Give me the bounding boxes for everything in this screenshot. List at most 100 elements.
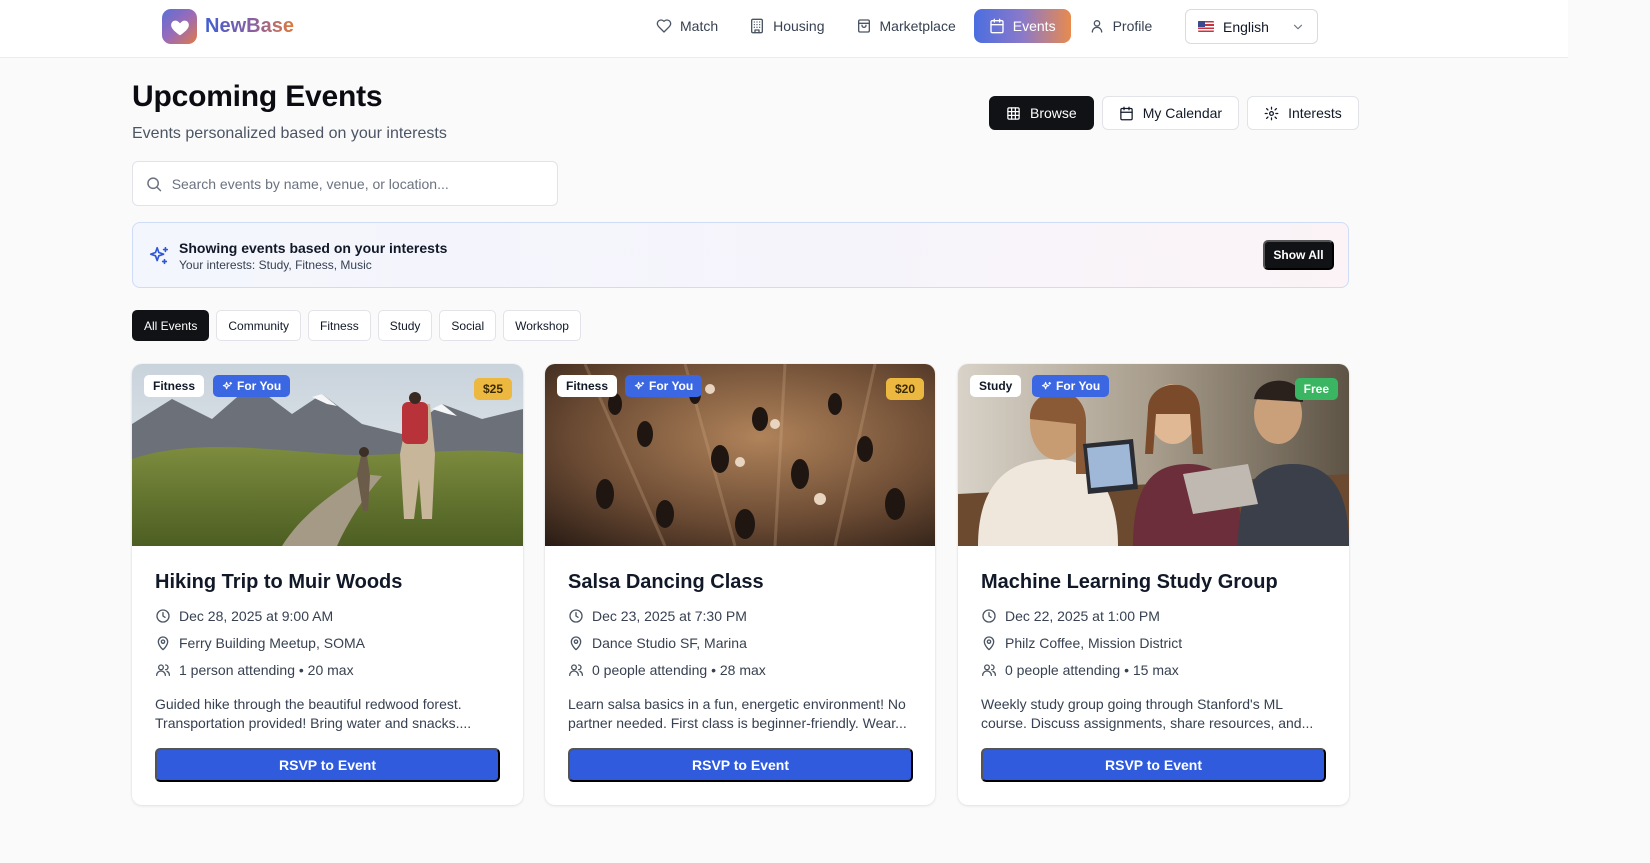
search-box <box>132 161 558 206</box>
for-you-badge: For You <box>625 375 703 397</box>
calendar-icon <box>990 18 1004 34</box>
category-badge: Fitness <box>144 375 205 397</box>
event-location: Dance Studio SF, Marina <box>568 635 747 651</box>
location-text: Philz Coffee, Mission District <box>1005 635 1183 651</box>
event-card[interactable]: Fitness For You $20 Salsa Dancing Class … <box>545 364 935 805</box>
for-you-label: For You <box>649 379 694 393</box>
filter-community[interactable]: Community <box>216 310 302 341</box>
nav-item-label: Marketplace <box>879 18 956 34</box>
heart-logo-icon <box>162 9 197 44</box>
clock-icon <box>569 609 583 623</box>
event-card[interactable]: Fitness For You $25 Hiking Trip to Muir … <box>132 364 523 805</box>
banner-title: Showing events based on your interests <box>179 240 448 256</box>
for-you-label: For You <box>1056 379 1101 393</box>
event-datetime: Dec 28, 2025 at 9:00 AM <box>155 608 333 624</box>
event-location: Philz Coffee, Mission District <box>981 635 1182 651</box>
category-badge: Study <box>970 375 1022 397</box>
event-attendance: 0 people attending • 15 max <box>981 662 1179 678</box>
nav-item-label: Housing <box>773 18 825 34</box>
rsvp-button[interactable]: RSVP to Event <box>568 748 913 782</box>
for-you-label: For You <box>237 379 282 393</box>
attendance-text: 0 people attending • 15 max <box>1005 662 1179 678</box>
main-nav: Match Housing Marketplace Events Profile <box>643 9 1170 43</box>
browse-label: Browse <box>1030 105 1077 121</box>
building-icon <box>751 18 764 34</box>
event-description: Learn salsa basics in a fun, energetic e… <box>568 696 907 731</box>
nav-item-label: Profile <box>1112 18 1153 34</box>
show-all-button[interactable]: Show All <box>1263 240 1334 270</box>
page-title: Upcoming Events <box>132 80 383 113</box>
filter-study[interactable]: Study <box>377 310 433 341</box>
rsvp-button[interactable]: RSVP to Event <box>981 748 1326 782</box>
for-you-badge: For You <box>1032 375 1110 397</box>
event-description: Weekly study group going through Stanfor… <box>981 696 1314 731</box>
user-icon <box>1091 20 1102 33</box>
us-flag-icon <box>1198 21 1214 32</box>
event-title: Salsa Dancing Class <box>568 571 764 593</box>
event-attendance: 0 people attending • 28 max <box>568 662 766 678</box>
language-value: English <box>1223 18 1269 35</box>
my-calendar-button[interactable]: My Calendar <box>1101 96 1240 130</box>
sparkles-icon <box>222 381 233 389</box>
category-badge: Fitness <box>557 375 618 397</box>
nav-item-label: Match <box>680 18 719 34</box>
nav-item-housing[interactable]: Housing <box>736 9 837 43</box>
nav-item-marketplace[interactable]: Marketplace <box>843 9 969 43</box>
grid-icon <box>1007 106 1020 120</box>
event-card[interactable]: Study For You Free Machine Learning Stud… <box>958 364 1349 805</box>
gear-icon <box>1264 106 1279 120</box>
event-description: Guided hike through the beautiful redwoo… <box>155 696 472 731</box>
map-pin-icon <box>983 636 995 651</box>
nav-item-label: Events <box>1012 18 1056 34</box>
view-switcher: Browse My Calendar Interests <box>989 96 1367 130</box>
event-title: Hiking Trip to Muir Woods <box>155 571 403 593</box>
price-badge: $25 <box>473 378 512 400</box>
top-navigation-bar: NewBase Match Housing Marketplace Events… <box>0 0 1568 58</box>
page-subtitle: Events personalized based on your intere… <box>132 125 447 142</box>
search-icon <box>147 176 162 191</box>
event-attendance: 1 person attending • 20 max <box>155 662 354 678</box>
brand-logo[interactable]: NewBase <box>162 9 294 44</box>
users-icon <box>156 664 170 676</box>
interest-banner: Showing events based on your interests Y… <box>132 222 1349 288</box>
datetime-text: Dec 23, 2025 at 7:30 PM <box>592 608 747 624</box>
filter-workshop[interactable]: Workshop <box>503 310 581 341</box>
shopping-bag-icon <box>857 19 870 33</box>
brand-name: NewBase <box>205 15 294 37</box>
users-icon <box>569 664 583 676</box>
nav-item-events[interactable]: Events <box>973 9 1071 43</box>
price-badge: Free <box>1294 378 1338 400</box>
users-icon <box>982 664 996 676</box>
interests-button[interactable]: Interests <box>1247 96 1359 130</box>
calendar-icon <box>1119 106 1133 120</box>
filter-social[interactable]: Social <box>439 310 497 341</box>
nav-item-profile[interactable]: Profile <box>1076 9 1166 43</box>
attendance-text: 0 people attending • 28 max <box>592 662 766 678</box>
nav-item-match[interactable]: Match <box>643 9 731 43</box>
heart-icon <box>656 19 672 33</box>
datetime-text: Dec 28, 2025 at 9:00 AM <box>179 608 334 624</box>
search-input[interactable] <box>171 175 545 192</box>
sparkles-icon <box>634 381 645 389</box>
map-pin-icon <box>570 636 582 651</box>
event-title: Machine Learning Study Group <box>981 571 1278 593</box>
for-you-badge: For You <box>213 375 291 397</box>
event-location: Ferry Building Meetup, SOMA <box>155 635 365 651</box>
language-select[interactable]: English <box>1185 9 1318 44</box>
clock-icon <box>156 609 170 623</box>
browse-button[interactable]: Browse <box>989 96 1094 130</box>
my-calendar-label: My Calendar <box>1142 105 1223 121</box>
clock-icon <box>982 609 996 623</box>
datetime-text: Dec 22, 2025 at 1:00 PM <box>1005 608 1160 624</box>
filter-fitness[interactable]: Fitness <box>308 310 371 341</box>
attendance-text: 1 person attending • 20 max <box>179 662 354 678</box>
event-datetime: Dec 22, 2025 at 1:00 PM <box>981 608 1160 624</box>
map-pin-icon <box>157 636 169 651</box>
chevron-down-icon <box>1293 24 1303 29</box>
filter-all-events[interactable]: All Events <box>132 310 210 341</box>
interests-label: Interests <box>1288 105 1342 121</box>
event-datetime: Dec 23, 2025 at 7:30 PM <box>568 608 747 624</box>
sparkles-icon <box>149 246 169 265</box>
price-badge: $20 <box>885 378 924 400</box>
rsvp-button[interactable]: RSVP to Event <box>155 748 500 782</box>
